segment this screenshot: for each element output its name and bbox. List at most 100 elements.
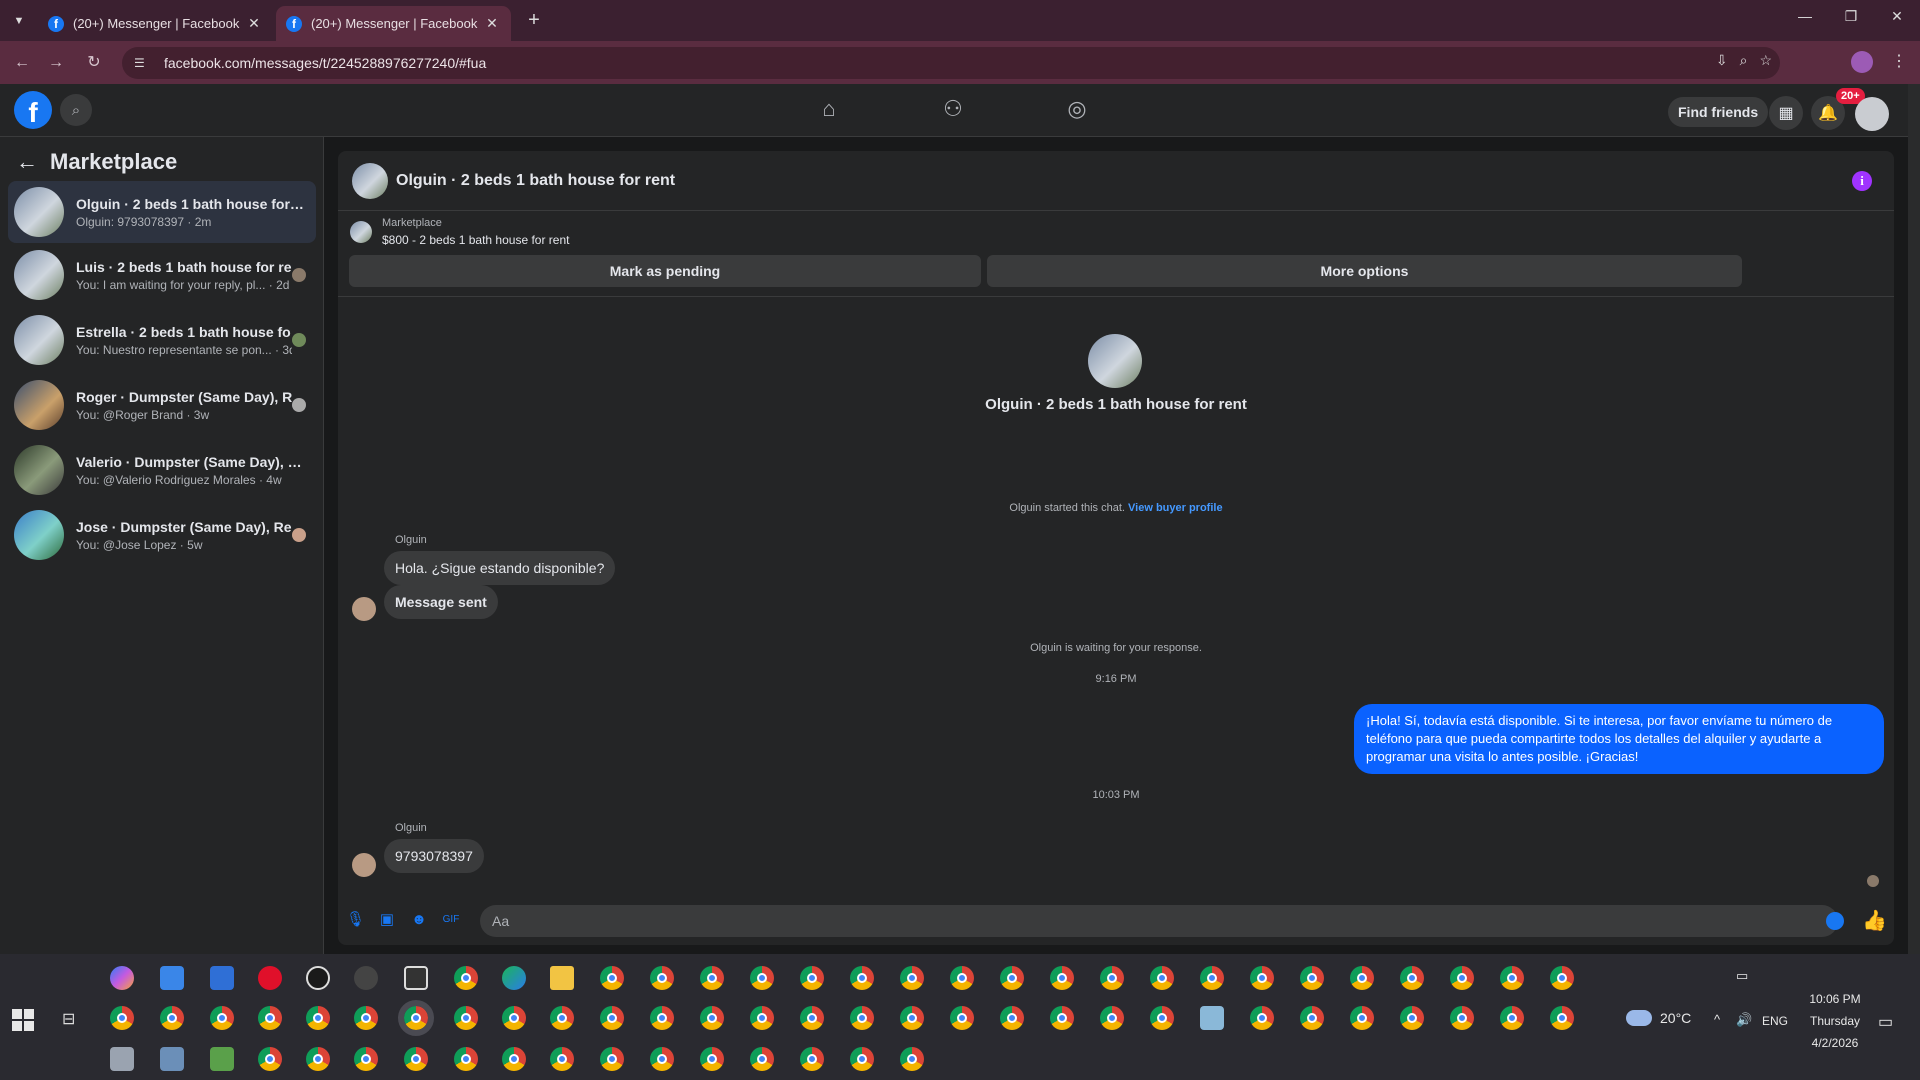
microphone-icon[interactable]: 🎙 [346,911,365,929]
app-icon[interactable] [160,1047,184,1071]
app-icon[interactable] [110,1047,134,1071]
incoming-message[interactable]: 9793078397 [384,839,484,873]
account-avatar[interactable] [1855,97,1889,131]
chrome-profile-icon[interactable] [1100,966,1124,990]
message-input[interactable]: Aa [480,905,1838,937]
chrome-profile-icon[interactable] [1400,966,1424,990]
chrome-profile-icon[interactable] [1150,1006,1174,1030]
bookmark-star-icon[interactable]: ☆ [1759,52,1772,69]
chrome-profile-icon[interactable] [850,1047,874,1071]
chrome-profile-icon[interactable] [1100,1006,1124,1030]
more-options-button[interactable]: More options [987,255,1742,287]
chrome-profile-icon[interactable] [900,1047,924,1071]
opera-icon[interactable] [258,966,282,990]
chrome-profile-icon[interactable] [950,966,974,990]
chrome-profile-icon[interactable] [258,1047,282,1071]
back-icon[interactable]: ← [10,51,34,75]
minimize-button[interactable]: — [1790,8,1820,24]
menu-grid-icon[interactable]: ▦ [1769,96,1803,130]
chrome-profile-icon[interactable] [1550,966,1574,990]
chrome-profile-icon[interactable] [354,1047,378,1071]
conversation-item[interactable]: Roger · Dumpster (Same Day), R... You: @… [8,374,316,436]
desktop-icon[interactable]: ▭ [1736,968,1748,984]
outgoing-message[interactable]: ¡Hola! Sí, todavía está disponible. Si t… [1354,704,1884,774]
chrome-profile-icon[interactable] [454,1006,478,1030]
chrome-profile-icon[interactable] [850,966,874,990]
tab-close-icon[interactable]: ✕ [483,15,501,32]
forward-icon[interactable]: → [44,51,68,75]
chrome-profile-icon[interactable] [454,1047,478,1071]
settings-gear-icon[interactable] [354,966,378,990]
buyer-avatar[interactable] [352,597,376,621]
windows-start-icon[interactable] [12,1009,34,1031]
chrome-profile-avatar[interactable] [1851,51,1873,73]
tab-search-button[interactable]: ▼ [8,10,30,32]
info-icon[interactable]: i [1852,171,1872,191]
restore-button[interactable]: ❐ [1836,8,1866,25]
file-explorer-icon[interactable] [550,966,574,990]
tray-chevron-icon[interactable]: ^ [1714,1012,1720,1027]
friends-icon[interactable]: ⚇ [938,96,968,124]
chrome-profile-icon[interactable] [750,1047,774,1071]
chrome-profile-icon[interactable] [1200,966,1224,990]
language-indicator[interactable]: ENG [1762,1014,1788,1028]
volume-icon[interactable]: 🔊 [1736,1012,1752,1028]
browser-tab-1[interactable]: f (20+) Messenger | Facebook ✕ [38,6,273,41]
chrome-profile-icon[interactable] [600,966,624,990]
microsoft-store-icon[interactable] [160,966,184,990]
app-icon[interactable] [210,966,234,990]
notifications-icon[interactable]: ▭ [1878,1012,1893,1032]
mark-as-pending-button[interactable]: Mark as pending [349,255,981,287]
app-icon[interactable] [210,1047,234,1071]
chrome-profile-icon[interactable] [550,1047,574,1071]
chrome-profile-icon[interactable] [600,1047,624,1071]
chrome-profile-icon[interactable] [550,1006,574,1030]
new-tab-button[interactable]: + [522,9,546,32]
home-icon[interactable]: ⌂ [814,96,844,124]
chrome-profile-icon[interactable] [1150,966,1174,990]
chrome-profile-icon[interactable] [700,1047,724,1071]
copilot-icon[interactable] [110,966,134,990]
close-window-button[interactable]: ✕ [1882,8,1912,25]
taskbar-clock[interactable]: 10:06 PM Thursday 4/2/2026 [1800,988,1870,1054]
conversation-item[interactable]: Luis · 2 beds 1 bath house for rent You:… [8,244,316,306]
site-info-icon[interactable]: ☰ [134,56,152,70]
incoming-message[interactable]: Hola. ¿Sigue estando disponible? [384,551,616,585]
chrome-profile-icon[interactable] [306,1006,330,1030]
chrome-profile-icon[interactable] [210,1006,234,1030]
chrome-menu-icon[interactable]: ⋮ [1891,51,1907,71]
chrome-profile-icon[interactable] [1250,966,1274,990]
thumbs-up-icon[interactable]: 👍 [1862,908,1887,933]
chrome-profile-icon-active[interactable] [398,1000,434,1036]
chrome-profile-icon[interactable] [1050,1006,1074,1030]
chrome-profile-icon[interactable] [1350,966,1374,990]
conversation-item[interactable]: Olguin · 2 beds 1 bath house for re... O… [8,181,316,243]
address-bar[interactable]: ☰ facebook.com/messages/t/22452889762772… [122,47,1780,79]
chrome-profile-icon[interactable] [502,1006,526,1030]
chrome-profile-icon[interactable] [650,966,674,990]
find-friends-button[interactable]: Find friends [1668,97,1769,127]
emoji-icon[interactable] [1826,912,1844,930]
security-shield-icon[interactable] [404,966,428,990]
view-buyer-profile-link[interactable]: View buyer profile [1128,502,1223,514]
chrome-profile-icon[interactable] [1500,1006,1524,1030]
chrome-profile-icon[interactable] [1400,1006,1424,1030]
chrome-profile-icon[interactable] [1250,1006,1274,1030]
chrome-profile-icon[interactable] [258,1006,282,1030]
browser-tab-2[interactable]: f (20+) Messenger | Facebook ✕ [276,6,511,41]
buyer-avatar[interactable] [352,853,376,877]
chrome-profile-icon[interactable] [1300,966,1324,990]
facebook-logo-icon[interactable]: f [14,91,52,129]
chrome-profile-icon[interactable] [1500,966,1524,990]
search-icon[interactable]: ⌕ [60,94,92,126]
conversation-item[interactable]: Valerio · Dumpster (Same Day), Re... You… [8,439,316,501]
chrome-profile-icon[interactable] [354,1006,378,1030]
chrome-profile-icon[interactable] [600,1006,624,1030]
chrome-icon[interactable] [454,966,478,990]
chrome-profile-icon[interactable] [1000,1006,1024,1030]
chrome-profile-icon[interactable] [110,1006,134,1030]
photo-icon[interactable]: ▣ [378,911,396,929]
chrome-profile-icon[interactable] [502,1047,526,1071]
chrome-profile-icon[interactable] [950,1006,974,1030]
chrome-profile-icon[interactable] [800,966,824,990]
